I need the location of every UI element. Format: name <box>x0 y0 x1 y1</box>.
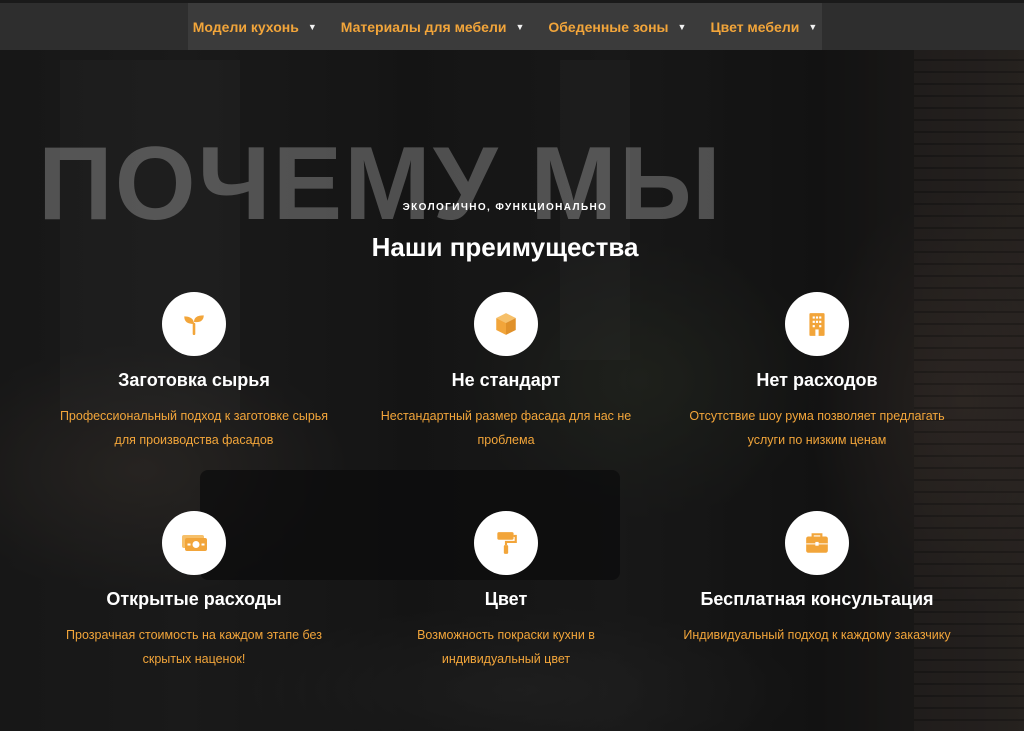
nav-item-label: Цвет мебели <box>710 18 800 35</box>
feature-card-color: Цвет Возможность покраски кухни в индиви… <box>356 511 656 671</box>
section-title: Наши преимущества <box>371 232 639 262</box>
feature-description: Возможность покраски кухни в индивидуаль… <box>417 628 595 666</box>
nav-item-label: Модели кухонь <box>192 18 299 35</box>
caret-down-icon: ▼ <box>515 21 525 32</box>
nav-item-kitchen-models[interactable]: Модели кухонь ▼ <box>181 19 329 35</box>
seedling-icon <box>184 315 204 336</box>
feature-card-raw-materials: Заготовка сырья Профессиональный подход … <box>44 292 344 452</box>
nav-item-label: Обеденные зоны <box>548 18 669 35</box>
feature-icon-circle <box>162 292 226 356</box>
paint-roller-icon <box>497 532 517 554</box>
feature-icon-circle <box>785 292 849 356</box>
feature-icon-circle <box>474 292 538 356</box>
feature-card-non-standard: Не стандарт Нестандартный размер фасада … <box>356 292 656 452</box>
feature-description: Прозрачная стоимость на каждом этапе без… <box>66 628 322 666</box>
feature-title: Цвет <box>484 589 528 609</box>
nav-item-dining-zones[interactable]: Обеденные зоны ▼ <box>536 19 698 35</box>
feature-card-open-costs: Открытые расходы Прозрачная стоимость на… <box>44 511 344 671</box>
feature-description: Профессиональный подход к заготовке сырь… <box>59 409 329 447</box>
feature-title: Не стандарт <box>451 370 561 390</box>
feature-title: Заготовка сырья <box>118 370 270 390</box>
money-icon <box>182 535 207 551</box>
feature-icon-circle <box>162 511 226 575</box>
feature-description: Нестандартный размер фасада для нас не п… <box>380 409 632 447</box>
feature-title: Нет расходов <box>756 370 878 390</box>
section-subtitle: экологично, функционально <box>402 202 608 213</box>
box-icon <box>496 313 516 335</box>
nav-item-label: Материалы для мебели <box>340 18 507 35</box>
main-nav: Модели кухонь ▼ Материалы для мебели ▼ О… <box>188 3 822 50</box>
feature-icon-circle <box>474 511 538 575</box>
feature-card-no-costs: Нет расходов Отсутствие шоу рума позволя… <box>667 292 967 452</box>
feature-title: Бесплатная консультация <box>700 589 934 609</box>
feature-description: Индивидуальный подход к каждому заказчик… <box>683 628 951 642</box>
feature-description: Отсутствие шоу рума позволяет предлагать… <box>689 409 945 447</box>
nav-item-furniture-color[interactable]: Цвет мебели ▼ <box>698 19 829 35</box>
caret-down-icon: ▼ <box>677 21 687 32</box>
caret-down-icon: ▼ <box>307 21 317 32</box>
feature-title: Открытые расходы <box>106 589 282 609</box>
caret-down-icon: ▼ <box>808 21 818 32</box>
section-watermark: ПОЧЕМУ МЫ <box>38 126 723 242</box>
feature-icon-circle <box>785 511 849 575</box>
nav-item-furniture-materials[interactable]: Материалы для мебели ▼ <box>329 19 537 35</box>
building-icon <box>809 313 825 336</box>
feature-card-free-consultation: Бесплатная консультация Индивидуальный п… <box>667 511 967 647</box>
briefcase-icon <box>806 533 828 553</box>
